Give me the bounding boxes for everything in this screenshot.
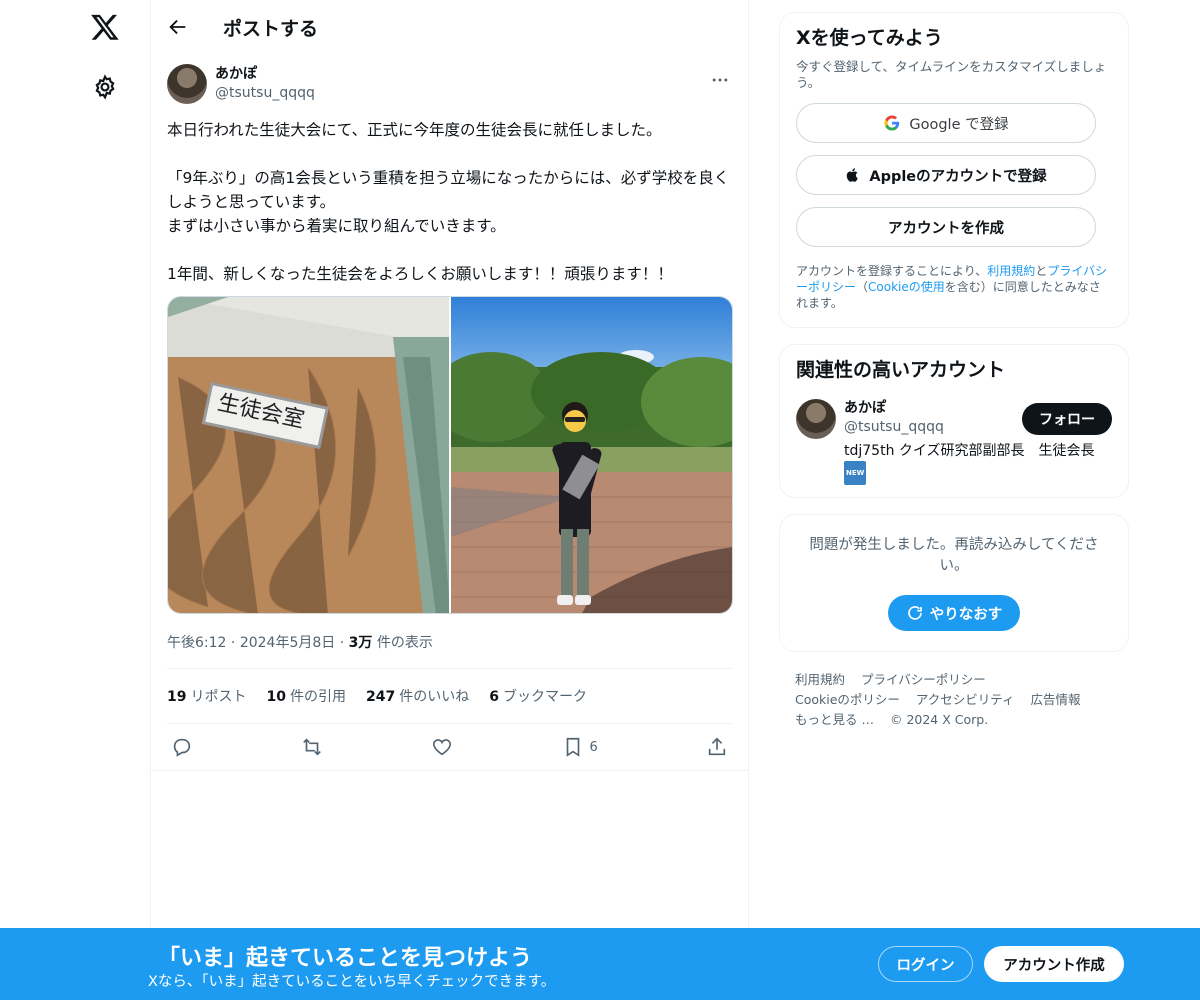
main-column: ポストする あかぽ @tsutsu_qqqq 本日行われた生徒大会にて、正式に今…	[150, 0, 749, 1000]
post-media: 生徒会室	[167, 296, 733, 614]
footer-link-accessibility[interactable]: アクセシビリティ	[916, 692, 1015, 707]
terms-link[interactable]: 利用規約	[987, 264, 1035, 278]
post: あかぽ @tsutsu_qqqq 本日行われた生徒大会にて、正式に今年度の生徒会…	[151, 64, 748, 771]
footer-link-terms[interactable]: 利用規約	[795, 672, 845, 687]
signup-card: Xを使ってみよう 今すぐ登録して、タイムラインをカスタマイズしましょう。 Goo…	[779, 12, 1129, 328]
google-icon	[884, 115, 900, 131]
stat-likes[interactable]: 247 件のいいね	[366, 686, 469, 706]
new-badge-icon: NEW	[844, 461, 867, 485]
login-button[interactable]: ログイン	[878, 946, 973, 982]
retry-label: やりなおす	[929, 606, 1003, 623]
related-title: 関連性の高いアカウント	[796, 359, 1006, 381]
photo-student-council-door[interactable]: 生徒会室	[168, 297, 449, 613]
signup-button[interactable]: アカウント作成	[984, 946, 1124, 982]
avatar[interactable]	[167, 64, 207, 104]
author-handle[interactable]: @tsutsu_qqqq	[215, 83, 315, 103]
related-account[interactable]: あかぽ @tsutsu_qqqq tdj75th クイズ研究部副部長 生徒会長 …	[796, 399, 1112, 485]
right-sidebar: Xを使ってみよう 今すぐ登録して、タイムラインをカスタマイズしましょう。 Goo…	[779, 12, 1129, 730]
footer-link-more[interactable]: もっと見る …	[795, 712, 874, 727]
post-date[interactable]: 2024年5月8日	[240, 635, 335, 651]
settings-gear-icon[interactable]	[92, 74, 118, 100]
stat-reposts[interactable]: 19 リポスト	[167, 686, 246, 706]
signup-subtitle: 今すぐ登録して、タイムラインをカスタマイズしましょう。	[796, 59, 1107, 90]
footer: 利用規約 プライバシーポリシー Cookieのポリシー アクセシビリティ 広告情…	[779, 670, 1129, 730]
page-header: ポストする	[151, 0, 748, 54]
photo-person-outdoors[interactable]	[451, 297, 732, 613]
heart-icon	[433, 739, 452, 756]
footer-link-ads[interactable]: 広告情報	[1031, 692, 1081, 707]
apple-icon	[847, 168, 859, 182]
banner-title: 「いま」起きていることを見つけよう	[158, 946, 533, 971]
apple-signup-button[interactable]: Appleのアカウントで登録	[796, 155, 1096, 195]
cookie-link[interactable]: Cookieの使用	[868, 280, 945, 294]
google-signup-label: Google で登録	[909, 116, 1009, 133]
banner-subtitle: Xなら、「いま」起きていることをいち早くチェックできます。	[148, 974, 556, 990]
share-button[interactable]	[706, 736, 728, 758]
create-account-button[interactable]: アカウントを作成	[796, 207, 1096, 247]
related-bio: tdj75th クイズ研究部副部長 生徒会長 NEW	[844, 441, 1112, 485]
reply-icon	[173, 738, 191, 757]
apple-signup-label: Appleのアカウントで登録	[869, 168, 1047, 185]
like-button[interactable]	[431, 736, 453, 758]
post-stats: 19 リポスト 10 件の引用 247 件のいいね 6 ブックマーク	[167, 669, 732, 724]
repost-button[interactable]	[301, 736, 323, 758]
error-message: 問題が発生しました。再読み込みしてください。	[809, 537, 1099, 574]
back-arrow-icon[interactable]	[167, 16, 189, 38]
footer-link-privacy[interactable]: プライバシーポリシー	[861, 672, 986, 687]
signup-title: Xを使ってみよう	[796, 27, 943, 49]
x-logo-icon[interactable]	[90, 12, 120, 42]
related-accounts-card: 関連性の高いアカウント あかぽ @tsutsu_qqqq tdj75th クイズ…	[779, 344, 1129, 498]
left-rail	[0, 0, 150, 1000]
share-icon	[708, 737, 726, 756]
views-label: 件の表示	[376, 635, 433, 651]
post-actions: 6	[151, 724, 748, 771]
stat-bookmarks[interactable]: 6 ブックマーク	[489, 686, 587, 706]
post-text: 本日行われた生徒大会にて、正式に今年度の生徒会長に就任しました。 「9年ぶり」の…	[167, 121, 730, 283]
create-account-label: アカウントを作成	[888, 220, 1004, 237]
bottom-banner: 「いま」起きていることを見つけよう Xなら、「いま」起きていることをいち早くチェ…	[0, 928, 1200, 1000]
terms-text: アカウントを登録することにより、利用規約とプライバシーポリシー（Cookieの使…	[796, 264, 1108, 310]
retry-button[interactable]: やりなおす	[887, 595, 1021, 631]
post-meta: 午後6:12 · 2024年5月8日 · 3万 件の表示	[167, 632, 732, 669]
follow-button[interactable]: フォロー	[1022, 403, 1112, 435]
stat-quotes[interactable]: 10 件の引用	[266, 686, 345, 706]
refresh-icon	[907, 606, 922, 620]
avatar[interactable]	[796, 399, 836, 439]
views-count: 3万	[348, 635, 373, 651]
page-title: ポストする	[223, 17, 319, 40]
error-card: 問題が発生しました。再読み込みしてください。 やりなおす	[779, 514, 1129, 652]
reply-button[interactable]	[171, 736, 193, 758]
bookmark-icon	[566, 737, 579, 757]
post-author: あかぽ @tsutsu_qqqq	[167, 64, 732, 104]
bookmark-count: 6	[589, 739, 598, 755]
more-options-icon[interactable]	[710, 70, 730, 90]
footer-copyright: © 2024 X Corp.	[889, 712, 989, 727]
bookmark-button[interactable]: 6	[562, 736, 598, 758]
repost-icon	[303, 738, 322, 756]
post-time[interactable]: 午後6:12	[167, 635, 226, 651]
footer-link-cookie[interactable]: Cookieのポリシー	[795, 692, 900, 707]
google-signup-button[interactable]: Google で登録	[796, 103, 1096, 143]
author-name[interactable]: あかぽ	[215, 65, 315, 83]
